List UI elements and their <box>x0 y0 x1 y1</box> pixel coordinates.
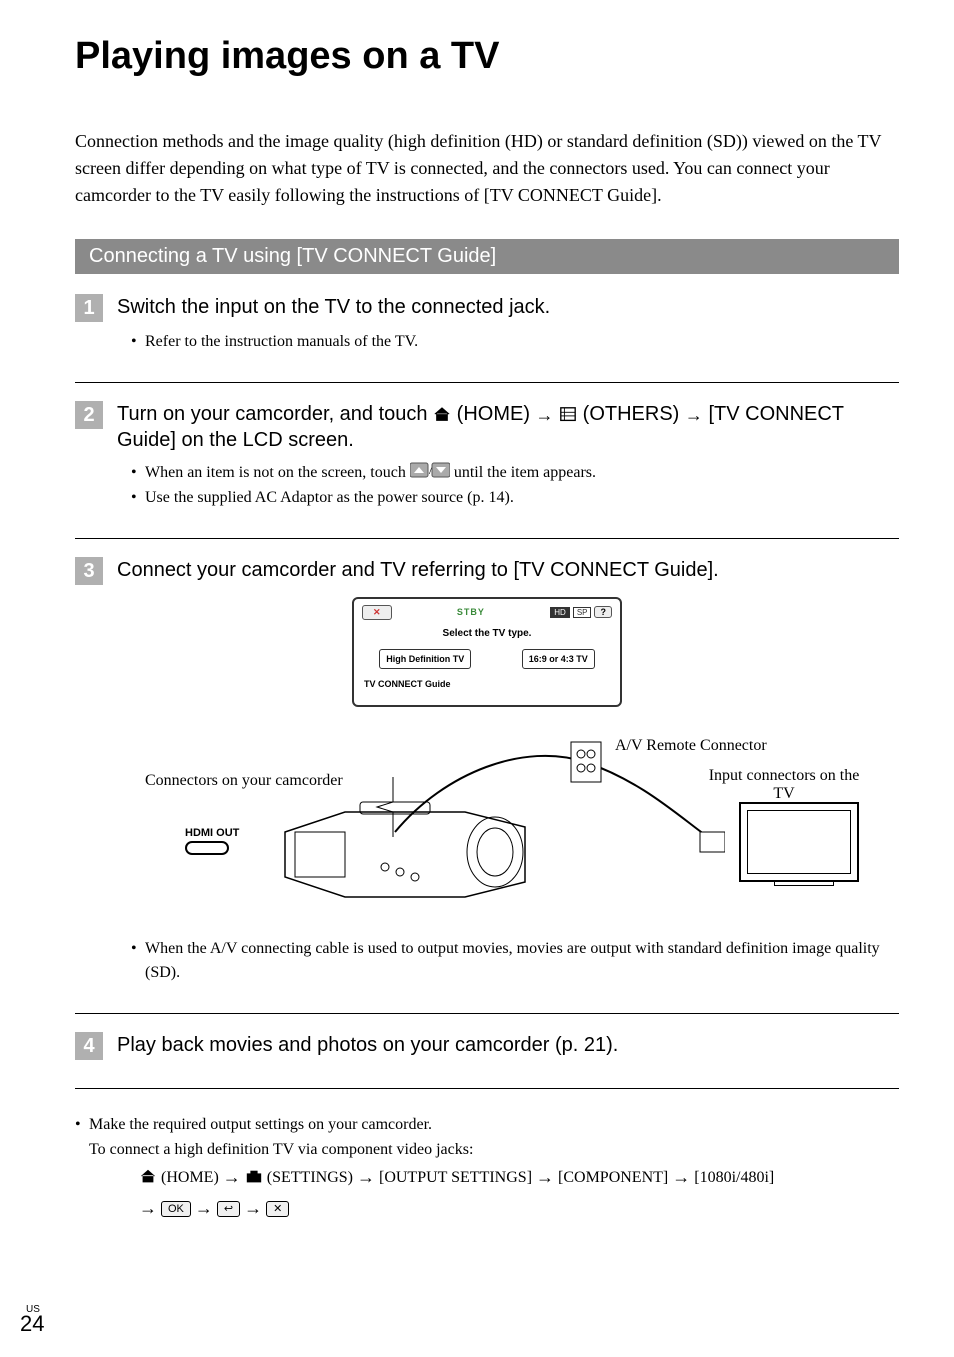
toolbox-icon <box>559 403 577 419</box>
path-output-label: [OUTPUT SETTINGS] <box>379 1169 536 1186</box>
lcd-169-tv-button-graphic: 16:9 or 4:3 TV <box>522 649 595 669</box>
step-3-bullet: When the A/V connecting cable is used to… <box>131 937 899 985</box>
ok-button-icon: OK <box>161 1201 191 1217</box>
step-2-bullet-2: Use the supplied AC Adaptor as the power… <box>131 486 899 510</box>
step-1-bullet: Refer to the instruction manuals of the … <box>131 330 899 354</box>
path-settings-label: (SETTINGS) <box>267 1169 357 1186</box>
page-number: US 24 <box>20 1304 44 1337</box>
lcd-hd-tv-button-graphic: High Definition TV <box>379 649 471 669</box>
lcd-help-button-graphic: ? <box>594 606 612 618</box>
arrow-icon: → <box>223 1167 241 1187</box>
step-3: 3 Connect your camcorder and TV referrin… <box>75 557 899 999</box>
path-home-label: (HOME) <box>161 1169 223 1186</box>
step-2-others-label: (OTHERS) <box>583 403 685 425</box>
step-2-bullet-1-suffix: until the item appears. <box>454 464 596 481</box>
bracket-icon <box>375 777 395 837</box>
diag-connectors-label: Connectors on your camcorder <box>145 772 343 790</box>
bottom-line2: To connect a high definition TV via comp… <box>89 1141 473 1158</box>
step-4-title: Play back movies and photos on your camc… <box>117 1032 618 1058</box>
divider <box>75 538 899 539</box>
toolbox-settings-icon <box>245 1166 263 1182</box>
step-4: 4 Play back movies and photos on your ca… <box>75 1032 899 1074</box>
divider <box>75 1013 899 1014</box>
home-icon <box>139 1166 157 1182</box>
close-button-icon: ✕ <box>266 1201 289 1217</box>
back-button-icon: ↩ <box>217 1201 240 1217</box>
page-title: Playing images on a TV <box>75 35 899 78</box>
lcd-stby-indicator: STBY <box>457 607 485 617</box>
step-3-title: Connect your camcorder and TV referring … <box>117 557 719 583</box>
arrow-icon: → <box>672 1167 690 1187</box>
path-resolution-label: [1080i/480i] <box>694 1169 774 1186</box>
arrow-icon: → <box>244 1198 262 1218</box>
camcorder-lcd-screen: ✕ STBY HD SP ? Select the TV type. High … <box>352 597 622 707</box>
arrow-icon: → <box>536 405 554 425</box>
connection-diagram: Connectors on your camcorder A/V Remote … <box>105 727 869 927</box>
path-component-label: [COMPONENT] <box>558 1169 672 1186</box>
step-2-title: Turn on your camcorder, and touch (HOME)… <box>117 401 899 453</box>
arrow-icon: → <box>357 1167 375 1187</box>
cable-illustration <box>385 732 725 892</box>
step-number-4: 4 <box>75 1032 103 1060</box>
lcd-hd-badge: HD <box>550 607 570 618</box>
step-number-1: 1 <box>75 294 103 322</box>
hdmi-out-label: HDMI OUT <box>185 827 239 855</box>
step-2-home-label: (HOME) <box>457 403 536 425</box>
tv-illustration <box>739 802 869 886</box>
home-icon <box>433 403 451 419</box>
step-number-3: 3 <box>75 557 103 585</box>
hdmi-out-text: HDMI OUT <box>185 827 239 839</box>
up-down-icon: / <box>410 462 450 486</box>
lcd-tv-connect-label: TV CONNECT Guide <box>354 679 620 689</box>
arrow-icon: → <box>195 1198 213 1218</box>
settings-path: (HOME) → (SETTINGS) → [OUTPUT SETTINGS] … <box>89 1162 899 1223</box>
step-2: 2 Turn on your camcorder, and touch (HOM… <box>75 401 899 524</box>
hdmi-port-icon <box>185 841 229 855</box>
intro-paragraph: Connection methods and the image quality… <box>75 128 899 209</box>
bottom-line1: Make the required output settings on you… <box>89 1116 432 1133</box>
arrow-icon: → <box>139 1198 157 1218</box>
step-2-text-pre: Turn on your camcorder, and touch <box>117 403 433 425</box>
step-2-bullet-1: When an item is not on the screen, touch… <box>131 461 899 485</box>
step-2-bullet-1-text: When an item is not on the screen, touch <box>145 464 410 481</box>
step-1: 1 Switch the input on the TV to the conn… <box>75 294 899 368</box>
section-heading: Connecting a TV using [TV CONNECT Guide] <box>75 239 899 274</box>
page-num-value: 24 <box>20 1311 44 1336</box>
arrow-icon: → <box>536 1167 554 1187</box>
lcd-close-button-graphic: ✕ <box>362 605 392 620</box>
arrow-icon: → <box>685 405 703 425</box>
step-number-2: 2 <box>75 401 103 429</box>
bottom-notes: Make the required output settings on you… <box>75 1113 899 1224</box>
divider <box>75 382 899 383</box>
lcd-prompt-text: Select the TV type. <box>354 628 620 639</box>
divider <box>75 1088 899 1089</box>
lcd-sp-badge: SP <box>573 607 592 618</box>
step-1-title: Switch the input on the TV to the connec… <box>117 294 550 320</box>
